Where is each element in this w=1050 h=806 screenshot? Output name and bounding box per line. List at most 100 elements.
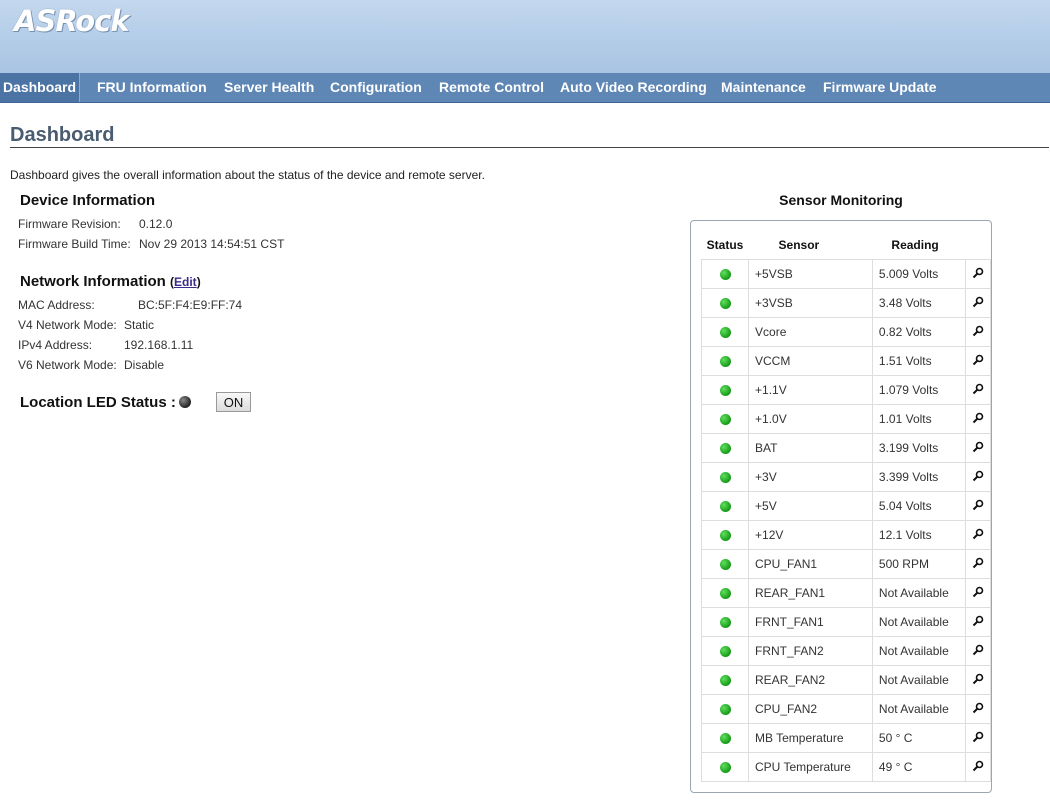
sensor-status-cell bbox=[700, 462, 750, 492]
status-ok-icon bbox=[719, 269, 731, 281]
sensor-status-cell bbox=[700, 404, 750, 434]
sensor-row-frnt-fan1: FRNT_FAN1 Not Available bbox=[700, 607, 991, 637]
sensor-status-cell bbox=[700, 694, 750, 724]
sensor-reading: Not Available bbox=[871, 665, 967, 695]
status-ok-icon bbox=[719, 704, 731, 716]
status-ok-icon bbox=[719, 414, 731, 426]
sensor-status-cell bbox=[700, 520, 750, 550]
sensor-monitoring-title: Sensor Monitoring bbox=[779, 192, 903, 208]
sensor-detail-cell bbox=[965, 288, 991, 318]
network-info-heading: Network Information (Edit) bbox=[20, 273, 201, 290]
nav-configuration[interactable]: Configuration bbox=[330, 73, 422, 102]
sensor-detail-cell bbox=[965, 462, 991, 492]
sensor-row-12v: +12V 12.1 Volts bbox=[700, 520, 991, 550]
magnifier-icon[interactable] bbox=[972, 325, 984, 340]
magnifier-icon[interactable] bbox=[972, 354, 984, 369]
nav-remote-control[interactable]: Remote Control bbox=[439, 73, 544, 102]
magnifier-icon[interactable] bbox=[972, 296, 984, 311]
sensor-status-cell bbox=[700, 607, 750, 637]
sensor-row-vcore: Vcore 0.82 Volts bbox=[700, 317, 991, 347]
sensor-row-rear-fan1: REAR_FAN1 Not Available bbox=[700, 578, 991, 608]
v4-network-mode-label: V4 Network Mode: bbox=[18, 318, 117, 332]
sensor-row-rear-fan2: REAR_FAN2 Not Available bbox=[700, 665, 991, 695]
location-led-indicator bbox=[179, 396, 191, 408]
magnifier-icon[interactable] bbox=[972, 412, 984, 427]
sensor-reading: 5.009 Volts bbox=[871, 259, 967, 289]
sensor-status-cell bbox=[700, 723, 750, 753]
sensor-reading: 5.04 Volts bbox=[871, 491, 967, 521]
status-ok-icon bbox=[719, 443, 731, 455]
magnifier-icon[interactable] bbox=[972, 557, 984, 572]
nav-server-health[interactable]: Server Health bbox=[224, 73, 314, 102]
magnifier-icon[interactable] bbox=[972, 383, 984, 398]
sensor-status-cell bbox=[700, 752, 750, 782]
nav-fru-information[interactable]: FRU Information bbox=[97, 73, 207, 102]
sensor-rows: +5VSB 5.009 Volts +3VSB 3.48 Volts Vcore 0.82… bbox=[700, 259, 991, 782]
network-edit-link[interactable]: Edit bbox=[174, 275, 197, 289]
magnifier-icon[interactable] bbox=[972, 267, 984, 282]
magnifier-icon[interactable] bbox=[972, 702, 984, 717]
v4-network-mode-value: Static bbox=[124, 318, 155, 332]
sensor-row-cpu-fan2: CPU_FAN2 Not Available bbox=[700, 694, 991, 724]
sensor-row-3vsb: +3VSB 3.48 Volts bbox=[700, 288, 991, 318]
network-info-heading-text: Network Information bbox=[20, 273, 166, 290]
magnifier-icon[interactable] bbox=[972, 586, 984, 601]
sensor-row-mb-temperature: MB Temperature 50 ° C bbox=[700, 723, 991, 753]
firmware-revision-label: Firmware Revision: bbox=[18, 217, 121, 231]
status-ok-icon bbox=[719, 762, 731, 774]
sensor-name: +5VSB bbox=[748, 259, 873, 289]
nav-auto-video-recording[interactable]: Auto Video Recording bbox=[560, 73, 707, 102]
magnifier-icon[interactable] bbox=[972, 644, 984, 659]
magnifier-icon[interactable] bbox=[972, 528, 984, 543]
sensor-name: FRNT_FAN1 bbox=[748, 607, 873, 637]
sensor-detail-cell bbox=[965, 636, 991, 666]
magnifier-icon[interactable] bbox=[972, 499, 984, 514]
sensor-name: +1.0V bbox=[748, 404, 873, 434]
col-reading-header: Reading bbox=[891, 238, 939, 252]
magnifier-icon[interactable] bbox=[972, 441, 984, 456]
v6-network-mode-label: V6 Network Mode: bbox=[18, 358, 117, 372]
status-ok-icon bbox=[719, 530, 731, 542]
nav-dashboard[interactable]: Dashboard bbox=[0, 73, 80, 102]
sensor-name: +12V bbox=[748, 520, 873, 550]
title-divider bbox=[10, 147, 1049, 148]
magnifier-icon[interactable] bbox=[972, 615, 984, 630]
sensor-detail-cell bbox=[965, 752, 991, 782]
ipv4-address-value: 192.168.1.11 bbox=[124, 338, 194, 352]
location-led-label: Location LED Status : bbox=[20, 394, 176, 411]
main-nav: Dashboard FRU Information Server Health … bbox=[0, 73, 1050, 103]
sensor-status-cell bbox=[700, 259, 750, 289]
sensor-status-cell bbox=[700, 578, 750, 608]
nav-maintenance[interactable]: Maintenance bbox=[721, 73, 806, 102]
sensor-name: BAT bbox=[748, 433, 873, 463]
status-ok-icon bbox=[719, 646, 731, 658]
sensor-name: VCCM bbox=[748, 346, 873, 376]
status-ok-icon bbox=[719, 385, 731, 397]
page-title: Dashboard bbox=[10, 124, 115, 146]
magnifier-icon[interactable] bbox=[972, 731, 984, 746]
sensor-row-frnt-fan2: FRNT_FAN2 Not Available bbox=[700, 636, 991, 666]
sensor-row-1-0v: +1.0V 1.01 Volts bbox=[700, 404, 991, 434]
sensor-status-cell bbox=[700, 549, 750, 579]
sensor-name: +3VSB bbox=[748, 288, 873, 318]
sensor-header-row: Status Sensor Reading bbox=[702, 231, 991, 260]
firmware-build-value: Nov 29 2013 14:54:51 CST bbox=[139, 237, 285, 251]
sensor-detail-cell bbox=[965, 723, 991, 753]
sensor-row-3v: +3V 3.399 Volts bbox=[700, 462, 991, 492]
sensor-name: Vcore bbox=[748, 317, 873, 347]
sensor-detail-cell bbox=[965, 520, 991, 550]
sensor-detail-cell bbox=[965, 375, 991, 405]
nav-firmware-update[interactable]: Firmware Update bbox=[823, 73, 937, 102]
sensor-reading: 3.48 Volts bbox=[871, 288, 967, 318]
status-ok-icon bbox=[719, 472, 731, 484]
sensor-status-cell bbox=[700, 288, 750, 318]
sensor-row-5vsb: +5VSB 5.009 Volts bbox=[700, 259, 991, 289]
magnifier-icon[interactable] bbox=[972, 673, 984, 688]
sensor-name: FRNT_FAN2 bbox=[748, 636, 873, 666]
status-ok-icon bbox=[719, 675, 731, 687]
sensor-row-bat: BAT 3.199 Volts bbox=[700, 433, 991, 463]
magnifier-icon[interactable] bbox=[972, 760, 984, 775]
sensor-row-1-1v: +1.1V 1.079 Volts bbox=[700, 375, 991, 405]
magnifier-icon[interactable] bbox=[972, 470, 984, 485]
location-led-on-button[interactable]: ON bbox=[216, 392, 251, 412]
